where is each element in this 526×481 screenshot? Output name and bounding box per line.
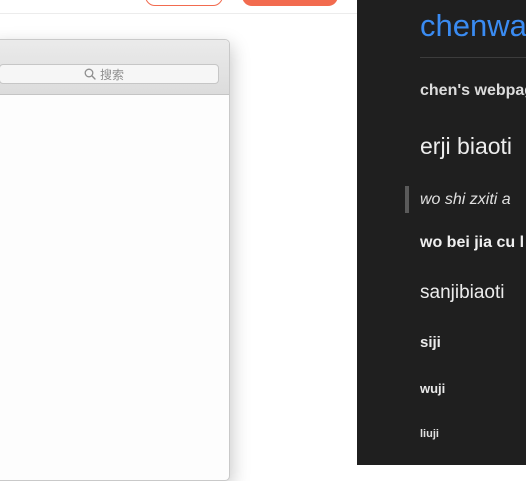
heading-level-2: erji biaoti <box>420 133 513 159</box>
outline-button[interactable] <box>145 0 223 6</box>
heading-level-6: liuji <box>420 428 439 440</box>
top-divider <box>0 13 357 14</box>
markdown-preview-pane: chenwa chen's webpag erji biaoti wo shi … <box>357 0 526 465</box>
heading-level-3: sanjibiaoti <box>420 282 505 303</box>
blockquote-bar <box>405 186 409 213</box>
blockquote-text: wo shi zxiti a <box>420 191 511 208</box>
bold-text: wo bei jia cu l <box>420 234 525 251</box>
search-placeholder-group: 搜索 <box>84 65 124 83</box>
search-icon <box>84 68 96 80</box>
primary-button[interactable] <box>242 0 338 6</box>
search-placeholder: 搜索 <box>100 67 125 82</box>
panel-toolbar: 搜索 <box>0 40 229 95</box>
site-title[interactable]: chenwa <box>420 8 526 44</box>
search-input[interactable]: 搜索 <box>0 64 219 84</box>
subtitle-text: chen's webpag <box>420 82 526 99</box>
heading-level-4: siji <box>420 334 441 351</box>
heading-level-5: wuji <box>420 381 446 396</box>
finder-panel: 搜索 <box>0 39 230 481</box>
title-divider <box>420 57 526 58</box>
